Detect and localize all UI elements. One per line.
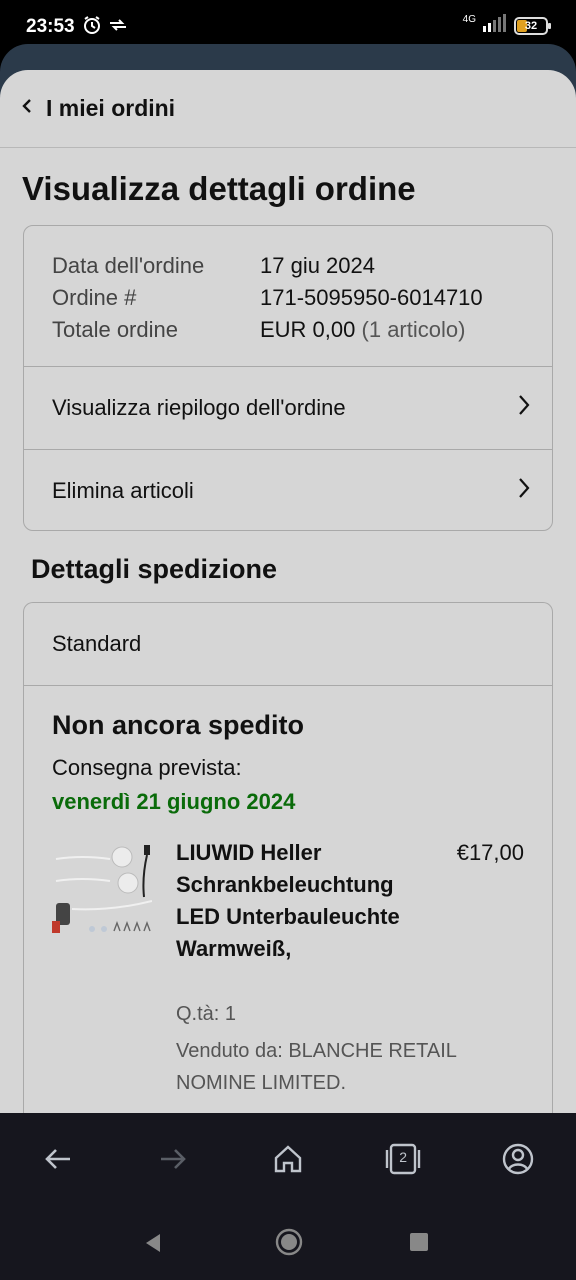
expected-delivery-label: Consegna prevista: (52, 755, 242, 780)
view-order-summary-link[interactable]: Visualizza riepilogo dell'ordine (24, 367, 552, 449)
forward-arrow-icon[interactable] (143, 1129, 203, 1189)
order-item[interactable]: LIUWID Heller Schrankbeleuchtung LED Unt… (52, 837, 524, 1107)
back-arrow-icon[interactable] (28, 1129, 88, 1189)
product-quantity: Q.tà: 1 (176, 1003, 237, 1025)
order-details-sheet: I miei ordini Visualizza dettagli ordine… (0, 70, 576, 1115)
product-price: €17,00 (456, 840, 524, 865)
product-title-link[interactable]: LIUWID Heller Schrankbeleuchtung LED Unt… (176, 837, 426, 965)
product-image[interactable] (52, 837, 153, 937)
order-info-block: Data dell'ordine 17 giu 2024 Ordine # 17… (24, 226, 552, 367)
order-total-label: Totale ordine (52, 317, 178, 342)
battery-icon: 32 (514, 16, 551, 35)
order-total-items: (1 articolo) (361, 317, 466, 342)
signal-icon (482, 14, 508, 37)
system-home-icon[interactable] (274, 1227, 304, 1262)
home-icon[interactable] (258, 1129, 318, 1189)
browser-toolbar: 2 (0, 1113, 576, 1205)
order-date-row: Data dell'ordine 17 giu 2024 (52, 250, 552, 282)
system-recents-icon[interactable] (410, 1233, 428, 1251)
shipping-method: Standard (24, 603, 552, 686)
tabs-count: 2 (399, 1149, 408, 1165)
system-back-icon[interactable] (144, 1233, 162, 1258)
chevron-left-icon[interactable] (22, 98, 32, 119)
order-date-value: 17 giu 2024 (260, 253, 375, 278)
expected-delivery-date: venerdì 21 giugno 2024 (52, 789, 296, 814)
view-order-summary-label: Visualizza riepilogo dell'ordine (52, 395, 346, 420)
shipment-body: Non ancora spedito Consegna prevista: ve… (24, 686, 552, 1107)
delete-items-link[interactable]: Elimina articoli (24, 449, 552, 530)
back-link-my-orders[interactable]: I miei ordini (46, 95, 175, 122)
network-type: 4G (462, 14, 476, 25)
shipment-card: Standard Non ancora spedito Consegna pre… (23, 602, 553, 1115)
system-navigation-bar (0, 1205, 576, 1280)
data-sync-icon (108, 18, 128, 37)
page-title: Visualizza dettagli ordine (22, 170, 416, 207)
tabs-icon[interactable]: 2 (373, 1129, 433, 1189)
shipment-status: Non ancora spedito (52, 710, 305, 740)
order-number-value: 171-5095950-6014710 (260, 285, 483, 310)
shipping-section-title: Dettagli spedizione (31, 554, 278, 584)
order-info-card: Data dell'ordine 17 giu 2024 Ordine # 17… (23, 225, 553, 531)
status-time: 23:53 (26, 16, 75, 37)
order-total-row: Totale ordine EUR 0,00 (1 articolo) (52, 314, 552, 346)
alarm-icon (82, 15, 102, 40)
order-date-label: Data dell'ordine (52, 253, 205, 278)
order-total-value-wrap: EUR 0,00 (1 articolo) (260, 314, 465, 346)
chevron-right-icon (518, 394, 530, 422)
battery-level: 32 (524, 19, 538, 32)
top-nav[interactable]: I miei ordini (0, 70, 576, 148)
order-total-value: EUR 0,00 (260, 317, 356, 342)
chevron-right-icon (518, 477, 530, 505)
order-number-label: Ordine # (52, 285, 137, 310)
delete-items-label: Elimina articoli (52, 477, 194, 503)
status-right: 4G 32 (462, 14, 551, 37)
product-seller: Venduto da: BLANCHE RETAIL NOMINE LIMITE… (176, 1040, 457, 1094)
account-icon[interactable] (488, 1129, 548, 1189)
order-number-row: Ordine # 171-5095950-6014710 (52, 282, 552, 314)
